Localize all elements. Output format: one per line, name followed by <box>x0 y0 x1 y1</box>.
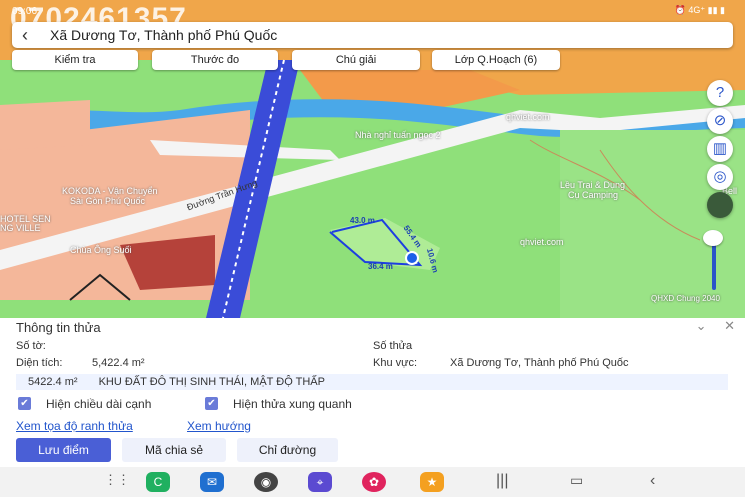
home-icon[interactable]: ▭ <box>570 472 583 489</box>
panel-controls: ⌄ ✕ <box>682 318 735 334</box>
map-label-kokoda[interactable]: KOKODA - Vận Chuyển <box>62 186 158 196</box>
dimension-bottom: 36.4 m <box>368 262 393 271</box>
measure-button[interactable]: Thước đo <box>152 50 278 70</box>
area-value: 5,422.4 m² <box>92 357 145 369</box>
status-icons: ⏰ 4G⁺ ▮▮ ▮ <box>674 5 725 15</box>
dimension-top: 43.0 m <box>350 216 375 225</box>
map-label-nha-nghi[interactable]: Nhà nghỉ tuấn ngọc 2 <box>355 130 441 140</box>
sheet-number-label: Số tờ: <box>16 340 46 352</box>
back-arrow-icon[interactable]: ‹ <box>22 25 28 46</box>
panel-title: Thông tin thửa <box>16 320 101 335</box>
map-label-chua[interactable]: Chùa Ông Suối <box>70 245 132 255</box>
show-neighbor-parcels-label[interactable]: Hiện thửa xung quanh <box>233 397 352 411</box>
app-outlook-icon[interactable]: ✉ <box>200 472 224 492</box>
view-boundary-coords-link[interactable]: Xem tọa độ ranh thửa <box>16 419 133 433</box>
app-flower-icon[interactable]: ✿ <box>362 472 386 492</box>
zoning-name: KHU ĐẤT ĐÔ THỊ SINH THÁI, MẬT ĐỘ THẤP <box>98 376 325 388</box>
map-label-camping: Cụ Camping <box>568 190 619 200</box>
legend-button[interactable]: Chú giải <box>292 50 420 70</box>
barcode-icon[interactable]: ▥ <box>707 136 733 162</box>
locate-icon[interactable]: ◎ <box>707 164 733 190</box>
directions-button[interactable]: Chỉ đường <box>237 438 338 462</box>
compass-icon[interactable]: ⊘ <box>707 108 733 134</box>
map-label-saigon: Sài Gòn Phú Quốc <box>70 196 146 206</box>
map-watermark-2: qhviet.com <box>520 237 564 247</box>
map-watermark-1: qhviet.com <box>506 112 550 122</box>
save-point-button[interactable]: Lưu điểm <box>16 438 111 462</box>
help-icon[interactable]: ? <box>707 80 733 106</box>
app-drawer-icon[interactable]: ⋮⋮ <box>104 472 130 488</box>
share-code-button[interactable]: Mã chia sẻ <box>122 438 226 462</box>
satellite-layer-icon[interactable] <box>707 192 733 218</box>
region-label: Khu vực: <box>373 357 418 369</box>
close-icon[interactable]: ✕ <box>724 318 735 333</box>
check-button[interactable]: Kiểm tra <box>12 50 138 70</box>
planning-layers-button[interactable]: Lớp Q.Hoạch (6) <box>432 50 560 70</box>
recent-apps-icon[interactable]: ||| <box>496 472 508 490</box>
opacity-slider-knob[interactable] <box>703 230 723 246</box>
area-label: Diện tích: <box>16 357 63 369</box>
app-camera-icon[interactable]: ◉ <box>254 472 278 492</box>
map-label-ville: NG VILLE <box>0 223 41 233</box>
plan-scale-label: QHXD Chung 2040 <box>651 294 720 303</box>
view-direction-link[interactable]: Xem hướng <box>187 419 251 433</box>
zoning-area: 5422.4 m² <box>28 376 78 388</box>
location-title[interactable]: Xã Dương Tơ, Thành phố Phú Quốc <box>50 27 277 43</box>
collapse-chevron-icon[interactable]: ⌄ <box>696 318 707 333</box>
show-edge-length-checkbox[interactable]: ✔ <box>18 397 31 410</box>
search-bar[interactable]: ‹ Xã Dương Tơ, Thành phố Phú Quốc <box>12 22 733 48</box>
parcel-number-label: Số thửa <box>373 340 413 352</box>
zoning-row: 5422.4 m² KHU ĐẤT ĐÔ THỊ SINH THÁI, MẬT … <box>16 374 728 390</box>
region-value: Xã Dương Tơ, Thành phố Phú Quốc <box>450 357 629 369</box>
app-maps-icon[interactable]: ⌖ <box>308 472 332 492</box>
show-neighbor-parcels-checkbox[interactable]: ✔ <box>205 397 218 410</box>
app-c-icon[interactable]: C <box>146 472 170 492</box>
show-edge-length-label[interactable]: Hiện chiều dài cạnh <box>46 397 151 411</box>
map-label-luu-trai[interactable]: Lều Trại & Dụng <box>560 180 625 190</box>
back-icon[interactable]: ‹ <box>650 472 655 490</box>
app-shop-icon[interactable]: ★ <box>420 472 444 492</box>
